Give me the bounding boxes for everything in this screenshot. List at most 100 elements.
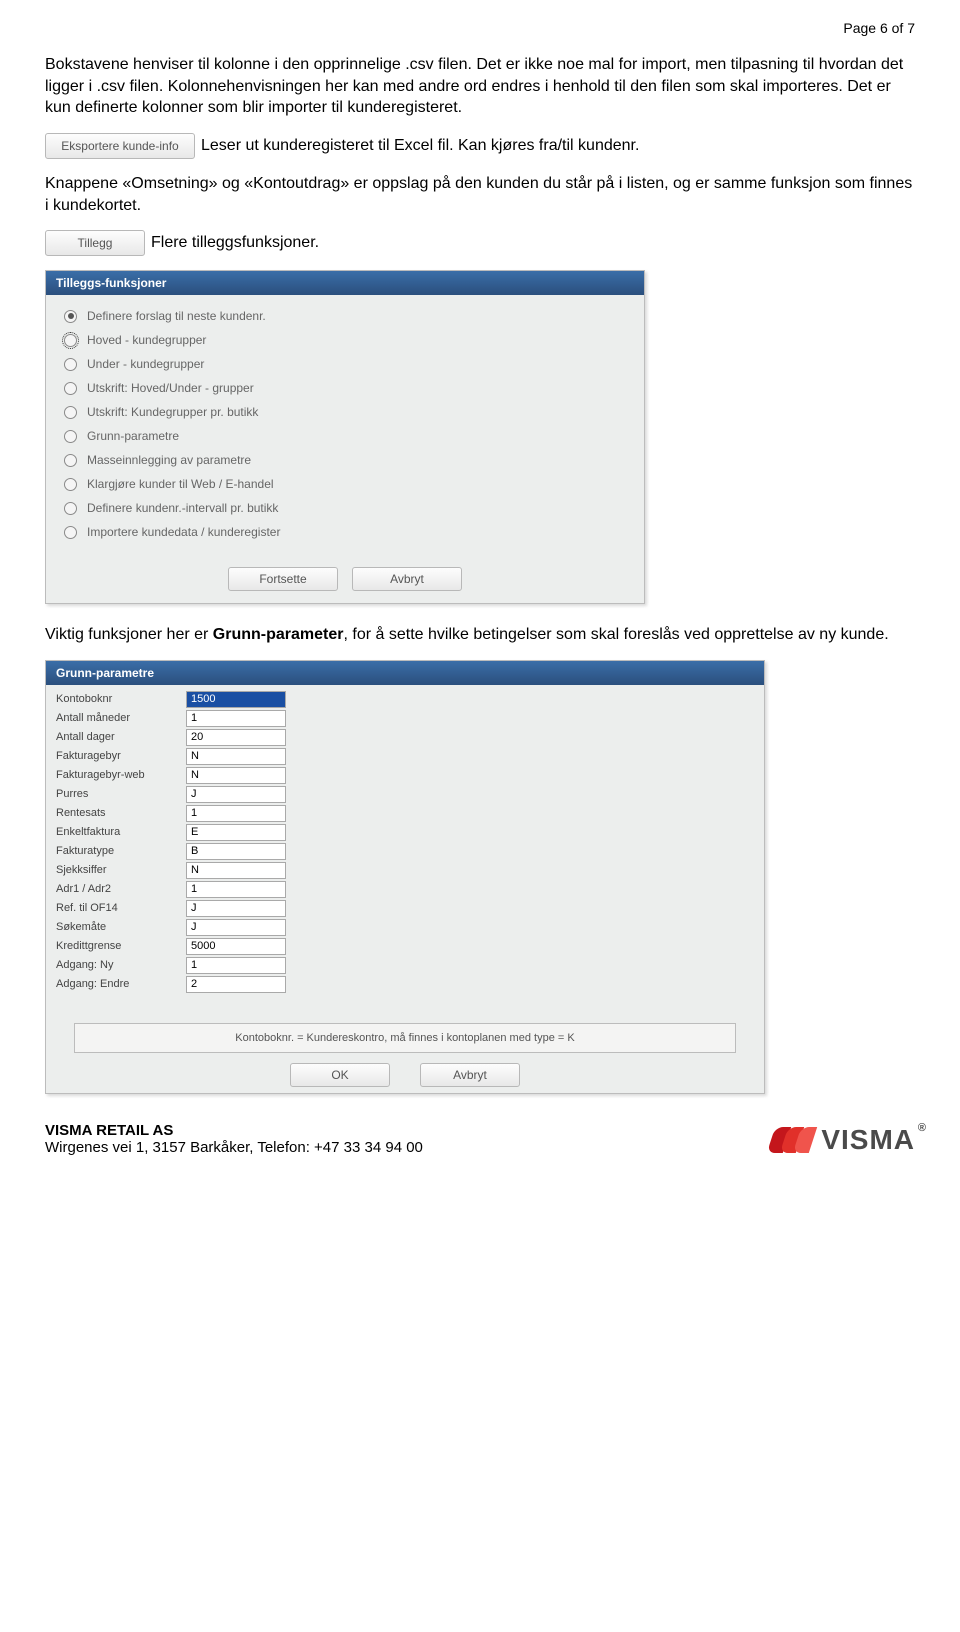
radio-option[interactable]: Grunn-parametre: [64, 429, 626, 443]
form-row: Adgang: Ny: [56, 957, 754, 974]
grunn-parametre-panel: Grunn-parametre Kontoboknr Antall måneder…: [45, 660, 765, 1094]
radio-icon: [64, 502, 77, 515]
form-label: Ref. til OF14: [56, 902, 186, 914]
form-row: Fakturagebyr: [56, 748, 754, 765]
avbryt-button[interactable]: Avbryt: [352, 567, 462, 591]
form-label: Adgang: Endre: [56, 978, 186, 990]
radio-icon: [64, 454, 77, 467]
form-input[interactable]: [186, 710, 286, 727]
export-kunde-info-button[interactable]: Eksportere kunde-info: [45, 133, 195, 159]
form-input[interactable]: [186, 786, 286, 803]
form-row: Antall dager: [56, 729, 754, 746]
form-input[interactable]: [186, 957, 286, 974]
radio-icon: [64, 334, 77, 347]
visma-logo: VISMA®: [771, 1124, 915, 1156]
form-label: Antall måneder: [56, 712, 186, 724]
form-row: Adgang: Endre: [56, 976, 754, 993]
form-input[interactable]: [186, 767, 286, 784]
form-row: Søkemåte: [56, 919, 754, 936]
form-label: Fakturatype: [56, 845, 186, 857]
form-input[interactable]: [186, 691, 286, 708]
form-input[interactable]: [186, 748, 286, 765]
form-row: Enkeltfaktura: [56, 824, 754, 841]
radio-option[interactable]: Masseinnlegging av parametre: [64, 453, 626, 467]
form-label: Søkemåte: [56, 921, 186, 933]
form-label: Fakturagebyr-web: [56, 769, 186, 781]
form-label: Purres: [56, 788, 186, 800]
form-row: Fakturatype: [56, 843, 754, 860]
form-row: Ref. til OF14: [56, 900, 754, 917]
paragraph-2: Leser ut kunderegisteret til Excel fil. …: [201, 135, 639, 157]
radio-icon: [64, 406, 77, 419]
radio-label: Definere kundenr.-intervall pr. butikk: [87, 501, 278, 515]
form-input[interactable]: [186, 824, 286, 841]
radio-option[interactable]: Utskrift: Kundegrupper pr. butikk: [64, 405, 626, 419]
form-row: Kontoboknr: [56, 691, 754, 708]
paragraph-1: Bokstavene henviser til kolonne i den op…: [45, 54, 915, 119]
company-name: VISMA RETAIL AS: [45, 1122, 423, 1139]
form-row: Kredittgrense: [56, 938, 754, 955]
form-input[interactable]: [186, 900, 286, 917]
ok-button[interactable]: OK: [290, 1063, 390, 1087]
radio-option[interactable]: Definere kundenr.-intervall pr. butikk: [64, 501, 626, 515]
radio-label: Masseinnlegging av parametre: [87, 453, 251, 467]
form-label: Kontoboknr: [56, 693, 186, 705]
radio-option[interactable]: Utskrift: Hoved/Under - grupper: [64, 381, 626, 395]
form-row: Fakturagebyr-web: [56, 767, 754, 784]
logo-text: VISMA®: [821, 1124, 915, 1156]
form-label: Kredittgrense: [56, 940, 186, 952]
paragraph-3: Knappene «Omsetning» og «Kontoutdrag» er…: [45, 173, 915, 216]
radio-label: Importere kundedata / kunderegister: [87, 525, 280, 539]
form-label: Enkeltfaktura: [56, 826, 186, 838]
radio-icon: [64, 382, 77, 395]
radio-option[interactable]: Under - kundegrupper: [64, 357, 626, 371]
tilleggs-funksjoner-panel: Tilleggs-funksjoner Definere forslag til…: [45, 270, 645, 604]
radio-icon: [64, 358, 77, 371]
form-input[interactable]: [186, 976, 286, 993]
form-input[interactable]: [186, 843, 286, 860]
form-label: Rentesats: [56, 807, 186, 819]
panel-note: Kontoboknr. = Kundereskontro, må finnes …: [74, 1023, 736, 1053]
radio-option[interactable]: Hoved - kundegrupper: [64, 333, 626, 347]
radio-label: Utskrift: Kundegrupper pr. butikk: [87, 405, 258, 419]
radio-label: Grunn-parametre: [87, 429, 179, 443]
tillegg-button[interactable]: Tillegg: [45, 230, 145, 256]
form-label: Antall dager: [56, 731, 186, 743]
form-input[interactable]: [186, 881, 286, 898]
radio-option[interactable]: Importere kundedata / kunderegister: [64, 525, 626, 539]
form-row: Rentesats: [56, 805, 754, 822]
form-label: Adgang: Ny: [56, 959, 186, 971]
form-row: Sjekksiffer: [56, 862, 754, 879]
form-row: Purres: [56, 786, 754, 803]
form-input[interactable]: [186, 919, 286, 936]
form-input[interactable]: [186, 729, 286, 746]
radio-icon: [64, 430, 77, 443]
page-header: Page 6 of 7: [45, 20, 915, 36]
form-label: Sjekksiffer: [56, 864, 186, 876]
form-input[interactable]: [186, 862, 286, 879]
radio-label: Definere forslag til neste kundenr.: [87, 309, 266, 323]
form-row: Adr1 / Adr2: [56, 881, 754, 898]
paragraph-5: Viktig funksjoner her er Grunn-parameter…: [45, 624, 915, 646]
radio-label: Utskrift: Hoved/Under - grupper: [87, 381, 254, 395]
radio-option[interactable]: Definere forslag til neste kundenr.: [64, 309, 626, 323]
radio-option[interactable]: Klargjøre kunder til Web / E-handel: [64, 477, 626, 491]
radio-icon: [64, 478, 77, 491]
form-input[interactable]: [186, 938, 286, 955]
form-input[interactable]: [186, 805, 286, 822]
radio-icon: [64, 526, 77, 539]
form-row: Antall måneder: [56, 710, 754, 727]
form-label: Fakturagebyr: [56, 750, 186, 762]
fortsette-button[interactable]: Fortsette: [228, 567, 338, 591]
radio-label: Klargjøre kunder til Web / E-handel: [87, 477, 274, 491]
panel-title: Tilleggs-funksjoner: [46, 271, 644, 295]
radio-label: Under - kundegrupper: [87, 357, 204, 371]
radio-label: Hoved - kundegrupper: [87, 333, 206, 347]
panel-title: Grunn-parametre: [46, 661, 764, 685]
logo-mark-icon: [771, 1127, 813, 1153]
paragraph-4: Flere tilleggsfunksjoner.: [151, 232, 319, 254]
document-footer: VISMA RETAIL AS Wirgenes vei 1, 3157 Bar…: [45, 1122, 915, 1156]
company-address: Wirgenes vei 1, 3157 Barkåker, Telefon: …: [45, 1139, 423, 1156]
radio-icon: [64, 310, 77, 323]
avbryt-button[interactable]: Avbryt: [420, 1063, 520, 1087]
